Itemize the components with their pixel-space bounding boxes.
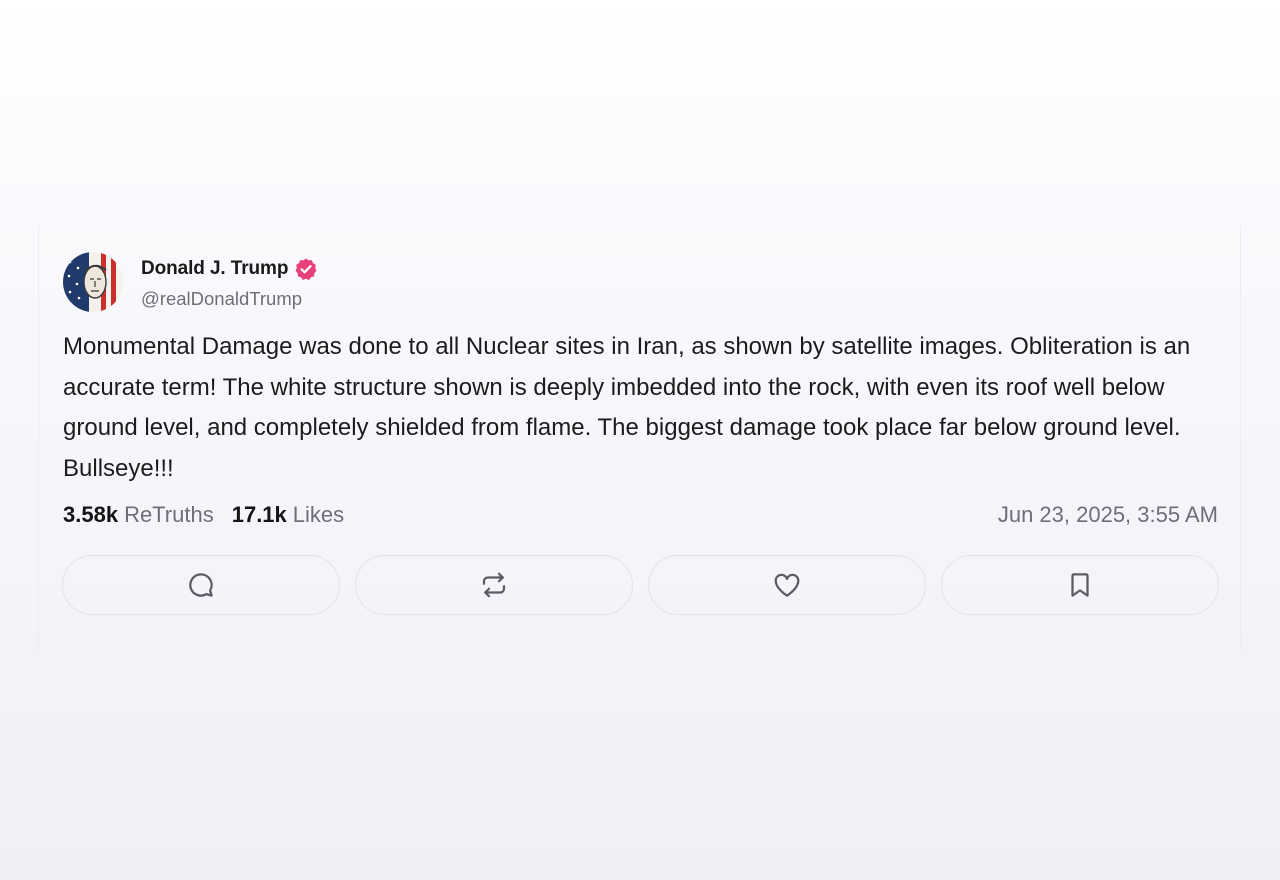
heart-icon [774,573,800,597]
verified-badge-icon [294,257,318,281]
comment-icon [189,573,213,597]
post-stats: 3.58k ReTruths 17.1k Likes [63,502,362,528]
post-actions [62,555,1222,617]
retruths-stat[interactable]: 3.58k ReTruths [63,502,214,528]
retruth-button[interactable] [355,555,633,615]
likes-label: Likes [292,502,345,527]
likes-count: 17.1k [231,502,287,527]
author-avatar[interactable] [63,252,123,312]
bookmark-icon [1071,573,1089,597]
like-button[interactable] [648,555,926,615]
author-display-name[interactable]: Donald J. Trump [141,258,288,280]
retruths-label: ReTruths [124,502,214,527]
reply-button[interactable] [62,555,340,615]
likes-stat[interactable]: 17.1k Likes [232,502,344,528]
retruths-count: 3.58k [63,502,119,527]
post-body-text: Monumental Damage was done to all Nuclea… [63,333,1191,482]
author-name-row[interactable]: Donald J. Trump [141,257,318,281]
flag-portrait-avatar-icon [63,252,123,312]
post-card: Donald J. Trump @realDonaldTrump Monumen… [38,226,1241,652]
post-timestamp[interactable]: Jun 23, 2025, 3:55 AM [998,502,1218,528]
repost-icon [482,572,506,598]
bookmark-button[interactable] [941,555,1219,615]
author-handle[interactable]: @realDonaldTrump [141,288,302,310]
